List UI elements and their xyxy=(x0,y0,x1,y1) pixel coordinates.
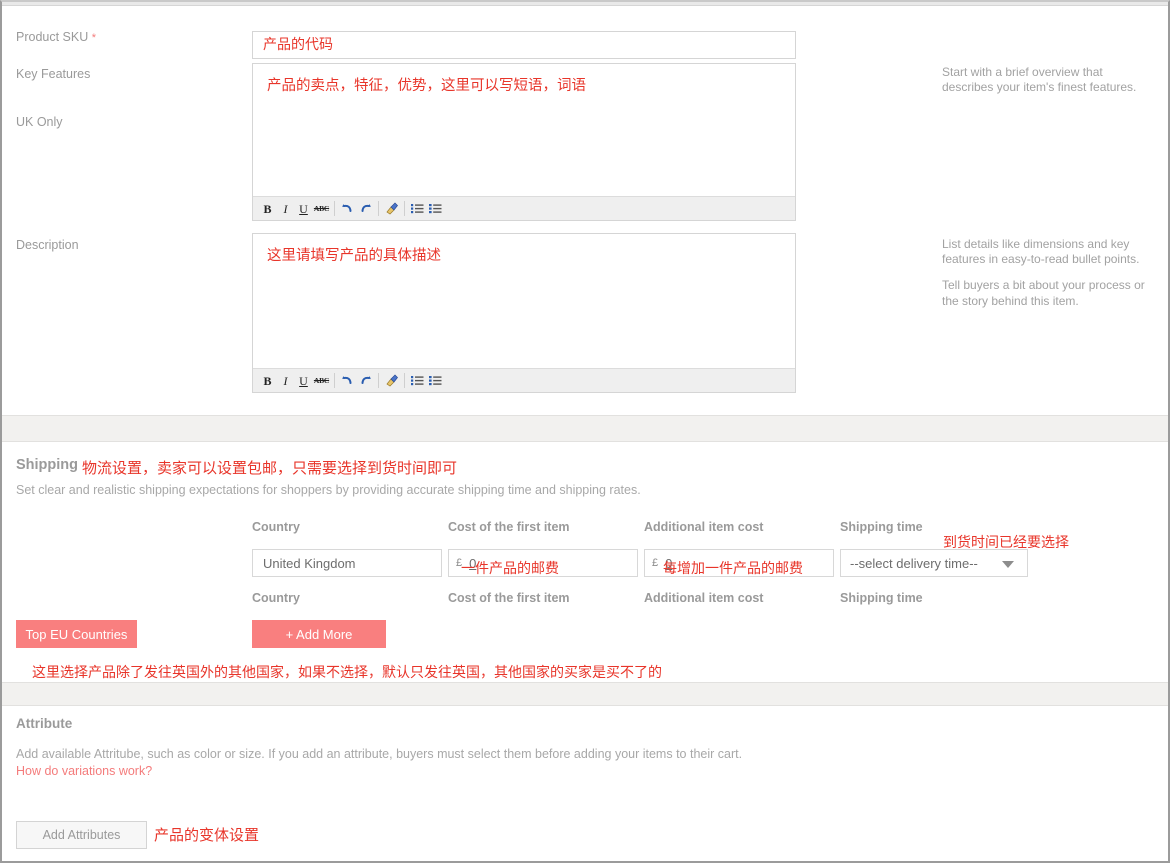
undo-icon[interactable] xyxy=(339,372,356,390)
uk-only-label: UK Only xyxy=(16,115,63,129)
first-cost-annotation: 一件产品的邮费 xyxy=(461,561,559,577)
shipping-title-annotation: 物流设置，卖家可以设置包邮，只需要选择到货时间即可 xyxy=(82,459,458,477)
countries-annotation: 这里选择产品除了发往英国外的其他国家，如果不选择，默认只发往英国，其他国家的买家… xyxy=(32,665,662,681)
shipping-subtitle: Set clear and realistic shipping expecta… xyxy=(16,483,641,497)
description-editor[interactable]: 这里请填写产品的具体描述 B I U ABC xyxy=(252,233,796,393)
toolbar-separator xyxy=(404,373,405,388)
undo-icon[interactable] xyxy=(339,200,356,218)
how-do-variations-work-link[interactable]: How do variations work? xyxy=(16,764,152,778)
description-editor-body[interactable]: 这里请填写产品的具体描述 xyxy=(253,234,795,368)
underline-icon[interactable]: U xyxy=(295,372,312,390)
column-header-first-cost-1: Cost of the first item xyxy=(448,520,570,534)
numbered-list-icon[interactable] xyxy=(427,372,444,390)
underline-icon[interactable]: U xyxy=(295,200,312,218)
attribute-title: Attribute xyxy=(16,716,73,731)
bullet-list-icon[interactable] xyxy=(409,200,426,218)
section-divider-2 xyxy=(2,682,1168,706)
format-painter-icon[interactable] xyxy=(383,200,400,218)
column-header-additional-cost-1: Additional item cost xyxy=(644,520,764,534)
numbered-list-icon[interactable] xyxy=(427,200,444,218)
additional-cost-annotation: 每增加一件产品的邮费 xyxy=(663,561,803,577)
chevron-down-icon xyxy=(1002,561,1014,568)
key-features-label: Key Features xyxy=(16,67,91,81)
description-help-text-1: List details like dimensions and key fea… xyxy=(942,237,1140,267)
bold-icon[interactable]: B xyxy=(259,200,276,218)
sku-input[interactable] xyxy=(252,31,796,59)
strikethrough-icon[interactable]: ABC xyxy=(313,200,330,218)
description-help: List details like dimensions and key fea… xyxy=(942,237,1152,320)
shipping-time-select[interactable]: --select delivery time-- xyxy=(840,549,1028,577)
column-header-additional-cost-2: Additional item cost xyxy=(644,591,764,605)
redo-icon[interactable] xyxy=(357,200,374,218)
key-features-editor-body[interactable]: 产品的卖点，特征，优势，这里可以写短语，词语 xyxy=(253,64,795,196)
format-painter-icon[interactable] xyxy=(383,372,400,390)
italic-icon[interactable]: I xyxy=(277,372,294,390)
toolbar-separator xyxy=(334,201,335,216)
column-header-shipping-time-1: Shipping time xyxy=(840,520,923,534)
attribute-annotation: 产品的变体设置 xyxy=(154,826,260,844)
column-header-shipping-time-2: Shipping time xyxy=(840,591,923,605)
strikethrough-icon[interactable]: ABC xyxy=(313,372,330,390)
toolbar-separator xyxy=(334,373,335,388)
add-attributes-button[interactable]: Add Attributes xyxy=(16,821,147,849)
sku-label-text: Product SKU xyxy=(16,30,89,44)
product-details-section: Product SKU * Key Features 产品的卖点，特征，优势，这… xyxy=(2,5,1168,415)
section-divider-1 xyxy=(2,415,1168,442)
column-header-country-1: Country xyxy=(252,520,300,534)
bullet-list-icon[interactable] xyxy=(409,372,426,390)
description-label: Description xyxy=(16,238,79,252)
toolbar-separator xyxy=(404,201,405,216)
bold-icon[interactable]: B xyxy=(259,372,276,390)
add-more-button[interactable]: + Add More xyxy=(252,620,386,648)
shipping-time-selected-value: --select delivery time-- xyxy=(850,555,978,571)
country-input[interactable] xyxy=(252,549,442,577)
shipping-time-annotation: 到货时间已经要选择 xyxy=(943,535,1069,551)
sku-label: Product SKU * xyxy=(16,30,96,44)
required-asterisk-icon: * xyxy=(91,32,97,44)
top-eu-countries-button[interactable]: Top EU Countries xyxy=(16,620,137,648)
italic-icon[interactable]: I xyxy=(277,200,294,218)
key-features-toolbar: B I U ABC xyxy=(253,196,795,220)
toolbar-separator xyxy=(378,373,379,388)
toolbar-separator xyxy=(378,201,379,216)
key-features-help: Start with a brief overview that describ… xyxy=(942,65,1152,106)
currency-symbol-icon: £ xyxy=(652,557,659,569)
redo-icon[interactable] xyxy=(357,372,374,390)
column-header-country-2: Country xyxy=(252,591,300,605)
shipping-title: Shipping xyxy=(16,457,79,473)
product-form-page: Product SKU * Key Features 产品的卖点，特征，优势，这… xyxy=(0,0,1170,863)
column-header-first-cost-2: Cost of the first item xyxy=(448,591,570,605)
attribute-description: Add available Attritube, such as color o… xyxy=(16,747,743,761)
description-toolbar: B I U ABC xyxy=(253,368,795,392)
description-help-text-2: Tell buyers a bit about your process or … xyxy=(942,278,1145,308)
key-features-editor[interactable]: 产品的卖点，特征，优势，这里可以写短语，词语 B I U ABC xyxy=(252,63,796,221)
key-features-help-text: Start with a brief overview that describ… xyxy=(942,65,1137,95)
sku-row: Product SKU * xyxy=(2,15,1168,59)
